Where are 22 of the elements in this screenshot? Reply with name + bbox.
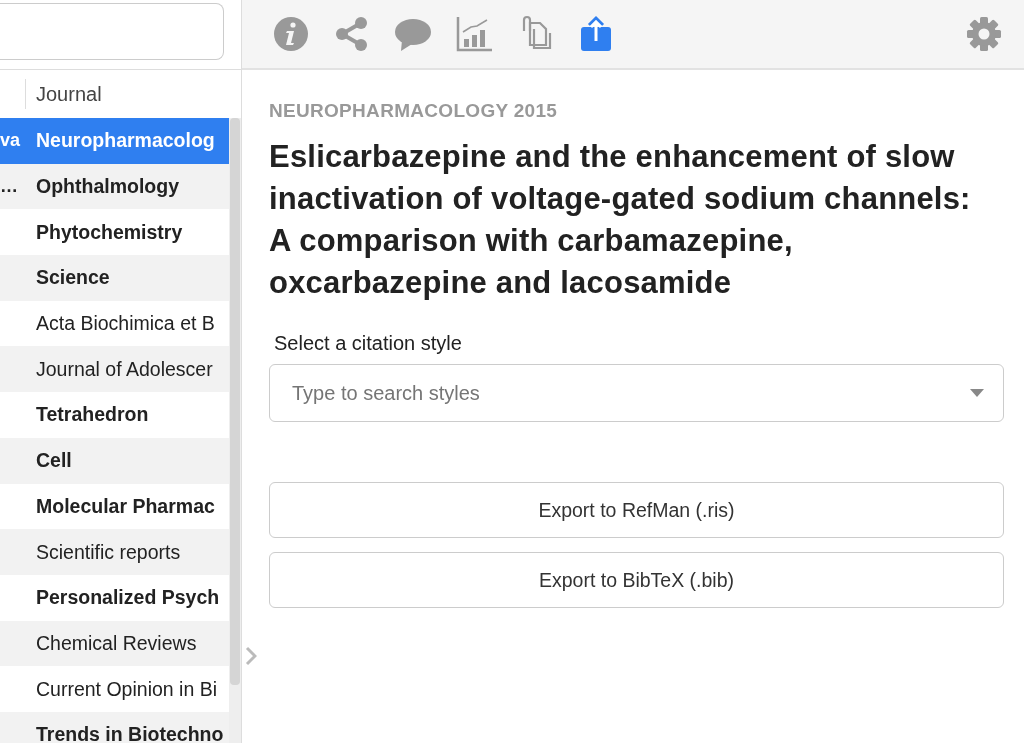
article-row[interactable]: … Ophthalmology <box>0 163 229 210</box>
citation-style-dropdown[interactable]: Type to search styles <box>269 364 1004 422</box>
article-row[interactable]: Science <box>0 255 229 301</box>
info-icon[interactable] <box>272 15 310 53</box>
export-button[interactable]: Export to RefMan (.ris) <box>269 482 1004 538</box>
caret-icon <box>970 389 984 397</box>
scrollbar-thumb[interactable] <box>230 118 240 685</box>
article-row[interactable]: Trends in Biotechno <box>0 711 229 743</box>
article-row[interactable]: Cell <box>0 437 229 484</box>
field-label: Select a citation style <box>273 332 463 355</box>
column-header[interactable]: Journal <box>26 82 102 106</box>
search-field[interactable] <box>0 3 224 60</box>
article-title: Eslicarbazepine and the enhancement of slow inactivation of voltage-gated sodium channels: A comparison with carbamazepine, oxcarbazepine and lacosamide <box>269 138 972 302</box>
chevron-right-icon[interactable] <box>245 646 257 666</box>
article-row[interactable]: Journal of Adolescer <box>0 346 229 393</box>
journal-year: NEUROPHARMACOLOGY 2015 <box>269 100 559 122</box>
article-row[interactable]: Scientific reports <box>0 529 229 575</box>
article-row[interactable]: Chemical Reviews <box>0 620 229 667</box>
export-button[interactable]: Export to BibTeX (.bib) <box>269 552 1004 608</box>
settings-icon[interactable] <box>966 16 1002 52</box>
article-row[interactable]: va Neuropharmacolog <box>0 118 229 164</box>
chart-icon[interactable] <box>455 15 493 53</box>
